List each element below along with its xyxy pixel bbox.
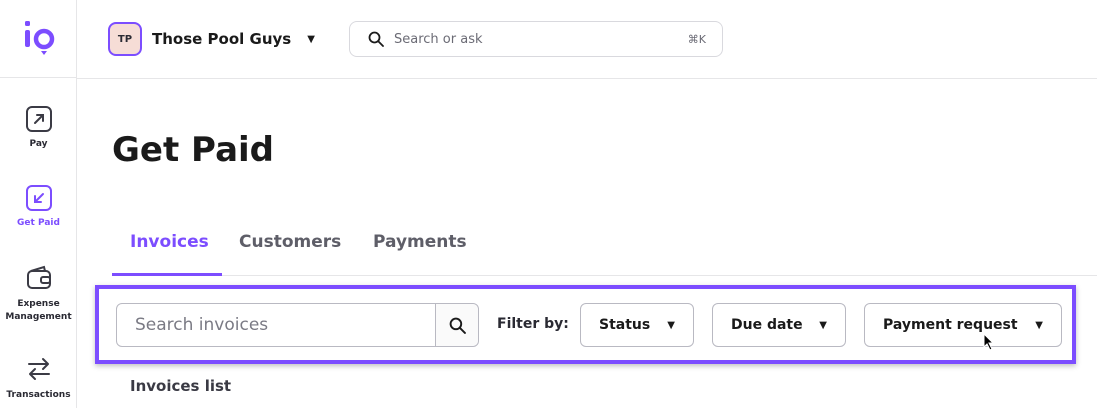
invoice-search-input[interactable]: Search invoices: [117, 304, 435, 346]
sidebar-item-label: Pay: [29, 139, 48, 149]
tab-invoices[interactable]: Invoices: [130, 232, 209, 252]
org-avatar: TP: [108, 22, 142, 56]
mouse-cursor-icon: [983, 333, 995, 351]
dropdown-label: Payment request: [883, 317, 1018, 333]
caret-down-icon: ▼: [819, 319, 827, 331]
app-logo[interactable]: [0, 0, 77, 78]
tab-customers[interactable]: Customers: [239, 232, 341, 252]
org-name: Those Pool Guys: [152, 30, 292, 48]
dropdown-label: Due date: [731, 317, 803, 333]
sidebar-item-transactions[interactable]: Transactions: [0, 355, 77, 402]
arrow-down-left-icon: [25, 185, 52, 211]
invoices-list-title: Invoices list: [130, 377, 232, 395]
sidebar-item-label: Transactions: [6, 390, 71, 400]
page-title: Get Paid: [112, 130, 274, 170]
sidebar-item-label: Get Paid: [17, 218, 60, 228]
transfer-arrows-icon: [25, 355, 53, 383]
status-dropdown[interactable]: Status ▼: [580, 303, 694, 347]
invoice-search-button[interactable]: [435, 304, 478, 346]
org-switcher[interactable]: TP Those Pool Guys ▼: [108, 22, 315, 56]
tab-payments[interactable]: Payments: [373, 232, 467, 252]
search-icon: [449, 317, 466, 334]
invoice-filter-bar: Search invoices Filter by: Status ▼ Due …: [95, 285, 1076, 364]
search-icon: [368, 31, 384, 47]
due-date-dropdown[interactable]: Due date ▼: [712, 303, 846, 347]
payment-request-dropdown[interactable]: Payment request ▼: [864, 303, 1062, 347]
invoice-search: Search invoices: [116, 303, 479, 347]
arrow-up-right-icon: [25, 106, 52, 132]
wallet-icon: [25, 264, 53, 292]
tab-bar: Invoices Customers Payments: [112, 222, 1097, 276]
top-bar: TP Those Pool Guys ▼ Search or ask ⌘K: [77, 0, 1097, 79]
sidebar-item-pay[interactable]: Pay: [0, 106, 77, 151]
search-shortcut: ⌘K: [687, 32, 706, 46]
caret-down-icon: ▼: [307, 33, 315, 45]
sidebar-item-get-paid[interactable]: Get Paid: [0, 185, 77, 230]
global-search-placeholder: Search or ask: [394, 31, 483, 47]
io-logo-icon: [24, 20, 54, 55]
sidebar-item-expense-management[interactable]: Expense Management: [0, 264, 77, 324]
global-search-input[interactable]: Search or ask ⌘K: [349, 21, 723, 57]
filter-by-label: Filter by:: [497, 316, 569, 332]
active-tab-indicator: [112, 273, 222, 276]
sidebar: Pay Get Paid Expense Management Transact…: [0, 0, 77, 408]
caret-down-icon: ▼: [1035, 319, 1043, 331]
caret-down-icon: ▼: [667, 319, 675, 331]
sidebar-item-label: Expense Management: [5, 299, 72, 322]
dropdown-label: Status: [599, 317, 651, 333]
